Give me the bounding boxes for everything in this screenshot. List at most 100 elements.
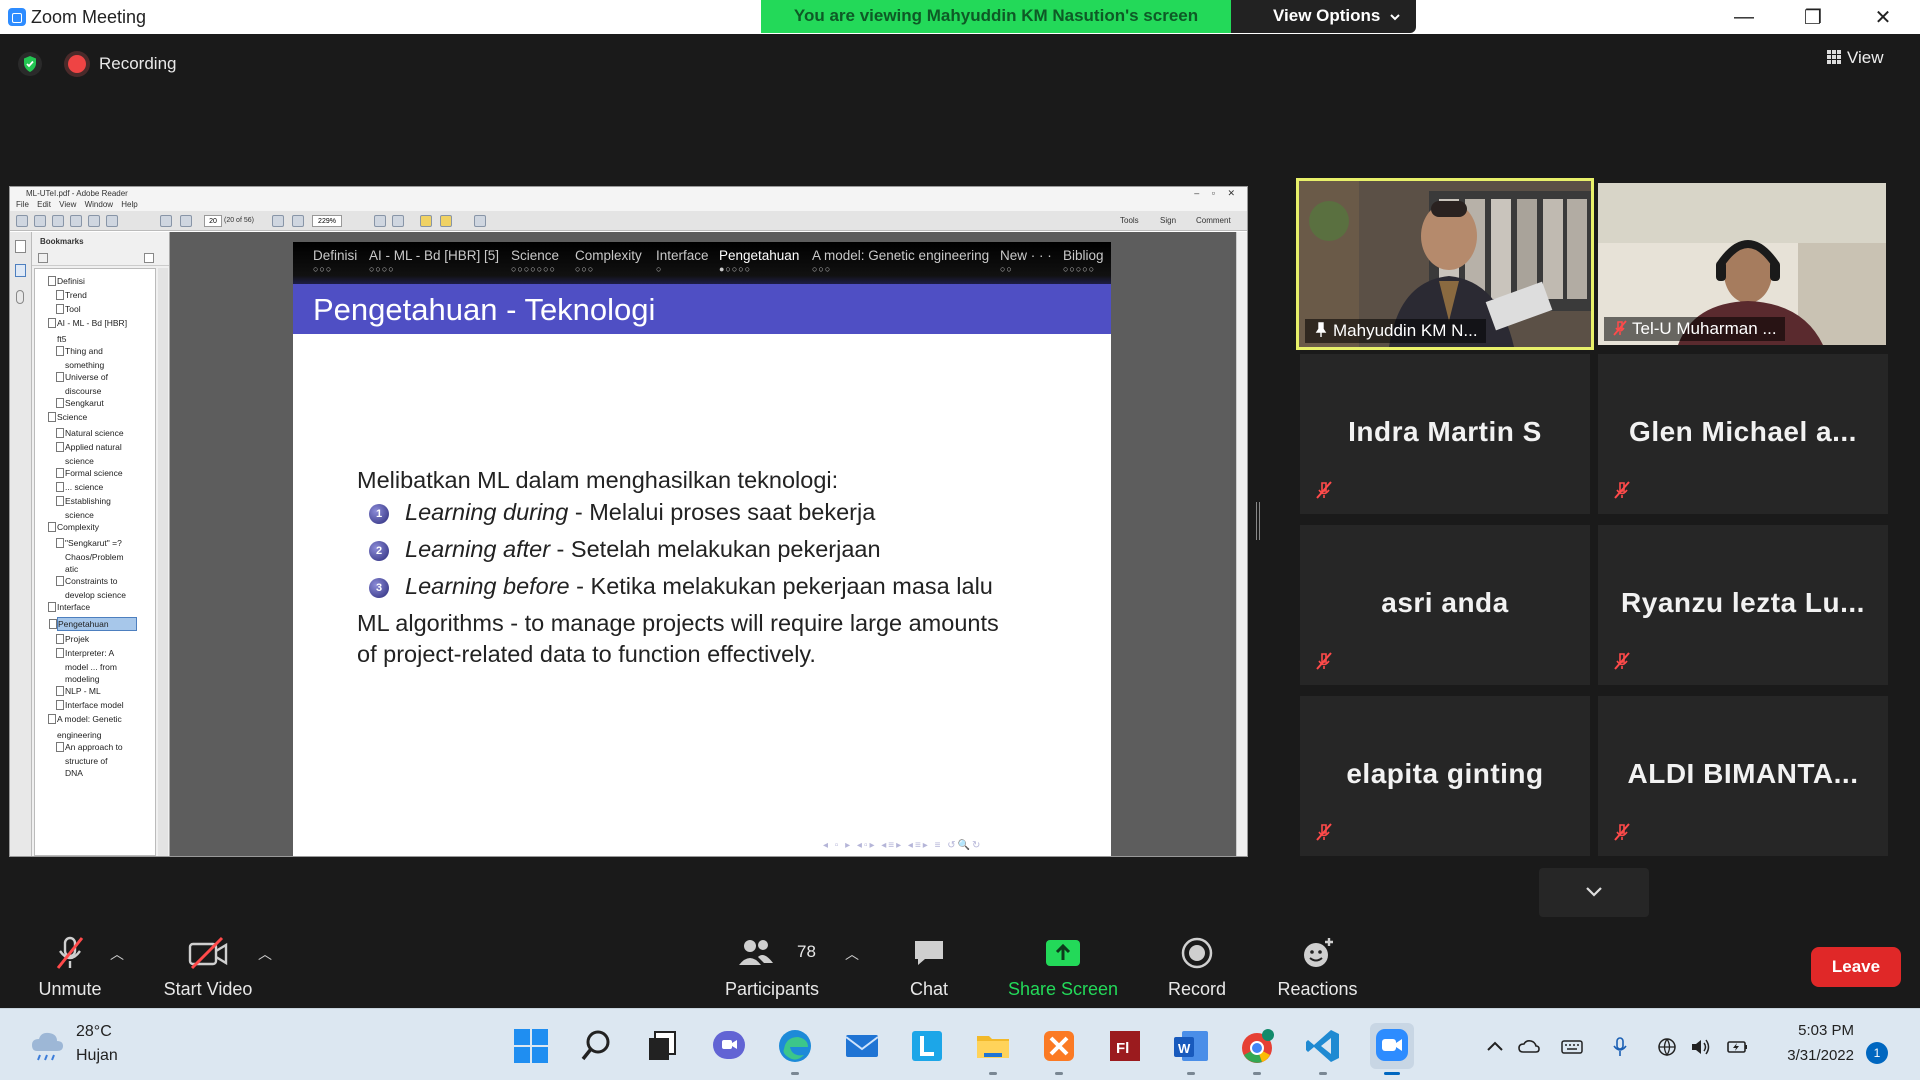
slide-nav-section[interactable]: AI - ML - Bd [HBR] [5] <box>369 248 499 263</box>
zoom-out-icon[interactable] <box>272 215 284 227</box>
attachments-icon[interactable] <box>16 290 24 304</box>
notification-badge[interactable]: 1 <box>1866 1042 1888 1064</box>
participant-tile[interactable]: Glen Michael a... <box>1598 354 1888 514</box>
slide-nav-dots[interactable]: ●○○○○ <box>719 264 751 274</box>
bookmark-item[interactable]: A model: Genetic <box>48 713 122 725</box>
minimize-button[interactable]: — <box>1716 0 1772 34</box>
participant-tile[interactable]: ALDI BIMANTA... <box>1598 696 1888 856</box>
open-icon[interactable] <box>16 215 28 227</box>
bookmark-item[interactable]: Natural science <box>56 427 124 439</box>
participants-caret-icon[interactable]: ︿ <box>845 944 859 964</box>
read-mode-icon[interactable] <box>474 215 486 227</box>
pages-panel-icon[interactable] <box>15 240 26 253</box>
bookmark-item[interactable]: Science <box>47 411 87 423</box>
participant-tile[interactable]: elapita ginting <box>1300 696 1590 856</box>
slide-nav-section[interactable]: Pengetahuan <box>719 248 799 263</box>
bookmark-item[interactable]: Complexity <box>47 521 99 533</box>
new-bookmark-icon[interactable] <box>144 253 154 263</box>
bookmark-item[interactable]: Interpreter: A <box>55 647 114 659</box>
participants-button[interactable]: 78 Participants <box>720 935 824 1000</box>
network-globe-icon[interactable] <box>1656 1037 1678 1057</box>
bookmark-item[interactable]: model ... from <box>65 661 117 673</box>
print-icon[interactable] <box>88 215 100 227</box>
resize-handle[interactable] <box>1256 502 1260 540</box>
bookmark-item[interactable]: An approach to <box>56 741 123 753</box>
slide-nav-dots[interactable]: ○○○○ <box>369 264 395 274</box>
flash-button[interactable]: Fl <box>1106 1027 1144 1065</box>
close-button[interactable]: ✕ <box>1855 0 1911 34</box>
bookmark-item[interactable]: Pengetahuan <box>49 617 137 631</box>
comment-icon[interactable] <box>420 215 432 227</box>
bookmark-item[interactable]: Constraints to <box>55 575 117 587</box>
record-button[interactable]: Record <box>1157 935 1237 1000</box>
bookmark-item[interactable]: Thing and <box>56 345 103 357</box>
slide-nav-dots[interactable]: ○○○○○ <box>1063 264 1095 274</box>
bookmark-item[interactable]: Formal science <box>56 467 123 479</box>
share-screen-button[interactable]: Share Screen <box>1000 935 1126 1000</box>
shield-icon[interactable] <box>18 52 42 76</box>
save-icon[interactable] <box>70 215 82 227</box>
recording-dot-icon[interactable] <box>68 55 86 73</box>
view-button[interactable]: View <box>1827 48 1884 68</box>
show-hidden-icons-icon[interactable] <box>1484 1037 1506 1057</box>
bookmark-item[interactable]: ... science <box>55 481 103 493</box>
weather-rain-icon[interactable] <box>28 1029 66 1063</box>
bookmark-options-icon[interactable] <box>38 253 48 263</box>
video-tile-mahyuddin[interactable]: Mahyuddin KM N... <box>1296 178 1594 350</box>
reader-menu-edit[interactable]: Edit <box>37 200 51 209</box>
bookmark-item[interactable]: Applied natural <box>56 441 122 453</box>
bookmarks-scrollbar[interactable] <box>158 268 168 856</box>
bookmarks-panel-icon[interactable] <box>15 264 26 277</box>
bookmark-item[interactable]: ft5 <box>57 333 66 345</box>
weather-temperature[interactable]: 28°C <box>76 1023 112 1041</box>
participant-tile[interactable]: Ryanzu lezta Lu... <box>1598 525 1888 685</box>
microphone-icon[interactable] <box>1609 1037 1631 1057</box>
battery-charging-icon[interactable] <box>1727 1037 1749 1057</box>
slide-nav-section[interactable]: Complexity <box>575 248 642 263</box>
bookmark-item[interactable]: discourse <box>65 385 101 397</box>
bookmark-item[interactable]: Trend <box>56 289 87 301</box>
bookmark-item[interactable]: "Sengkarut" =? <box>56 537 122 549</box>
leave-button[interactable]: Leave <box>1811 947 1901 987</box>
clock-time[interactable]: 5:03 PM <box>1774 1022 1854 1039</box>
onedrive-icon[interactable] <box>1518 1037 1540 1057</box>
mail-button[interactable] <box>843 1027 881 1065</box>
keyboard-icon[interactable] <box>1561 1037 1583 1057</box>
slide-nav-section[interactable]: Bibliog <box>1063 248 1104 263</box>
fit-page-icon[interactable] <box>374 215 386 227</box>
file-explorer-button[interactable] <box>974 1027 1012 1075</box>
bookmark-item[interactable]: NLP - ML <box>56 685 101 697</box>
slide-nav-section[interactable]: Science <box>511 248 559 263</box>
xampp-button[interactable] <box>1040 1027 1078 1075</box>
reader-menu-help[interactable]: Help <box>121 200 137 209</box>
bookmark-item[interactable]: something <box>65 359 104 371</box>
video-options-caret-icon[interactable]: ︿ <box>258 944 272 964</box>
slide-nav-dots[interactable]: ○○○○○○○ <box>511 264 556 274</box>
volume-icon[interactable] <box>1690 1037 1712 1057</box>
slide-nav-dots[interactable]: ○○ <box>1000 264 1013 274</box>
reader-menu-view[interactable]: View <box>59 200 76 209</box>
slide-nav-dots[interactable]: ○○○ <box>812 264 831 274</box>
zoom-level[interactable]: 229% <box>312 215 342 227</box>
search-button[interactable] <box>578 1027 616 1065</box>
slide-nav-section[interactable]: Definisi <box>313 248 357 263</box>
zoom-taskbar-button[interactable] <box>1370 1023 1414 1075</box>
bookmark-item[interactable]: science <box>65 455 94 467</box>
bookmark-item[interactable]: science <box>65 509 94 521</box>
weather-description[interactable]: Hujan <box>76 1047 118 1065</box>
bookmark-item[interactable]: Universe of <box>56 371 108 383</box>
reader-menu-window[interactable]: Window <box>85 200 113 209</box>
vscode-button[interactable] <box>1304 1027 1342 1075</box>
zoom-in-icon[interactable] <box>292 215 304 227</box>
page-number-input[interactable]: 20 <box>204 215 222 227</box>
bookmark-item[interactable]: Establishing <box>56 495 111 507</box>
view-options-button[interactable]: View Options <box>1231 0 1416 33</box>
bookmark-item[interactable]: Chaos/Problem <box>65 551 124 563</box>
bookmark-item[interactable]: Interface model <box>56 699 124 711</box>
bookmark-item[interactable]: Projek <box>55 633 89 645</box>
gallery-next-button[interactable] <box>1539 868 1649 917</box>
bookmark-item[interactable]: structure of <box>65 755 108 767</box>
chrome-button[interactable] <box>1238 1027 1276 1075</box>
document-scrollbar[interactable] <box>1236 232 1247 856</box>
fit-width-icon[interactable] <box>392 215 404 227</box>
